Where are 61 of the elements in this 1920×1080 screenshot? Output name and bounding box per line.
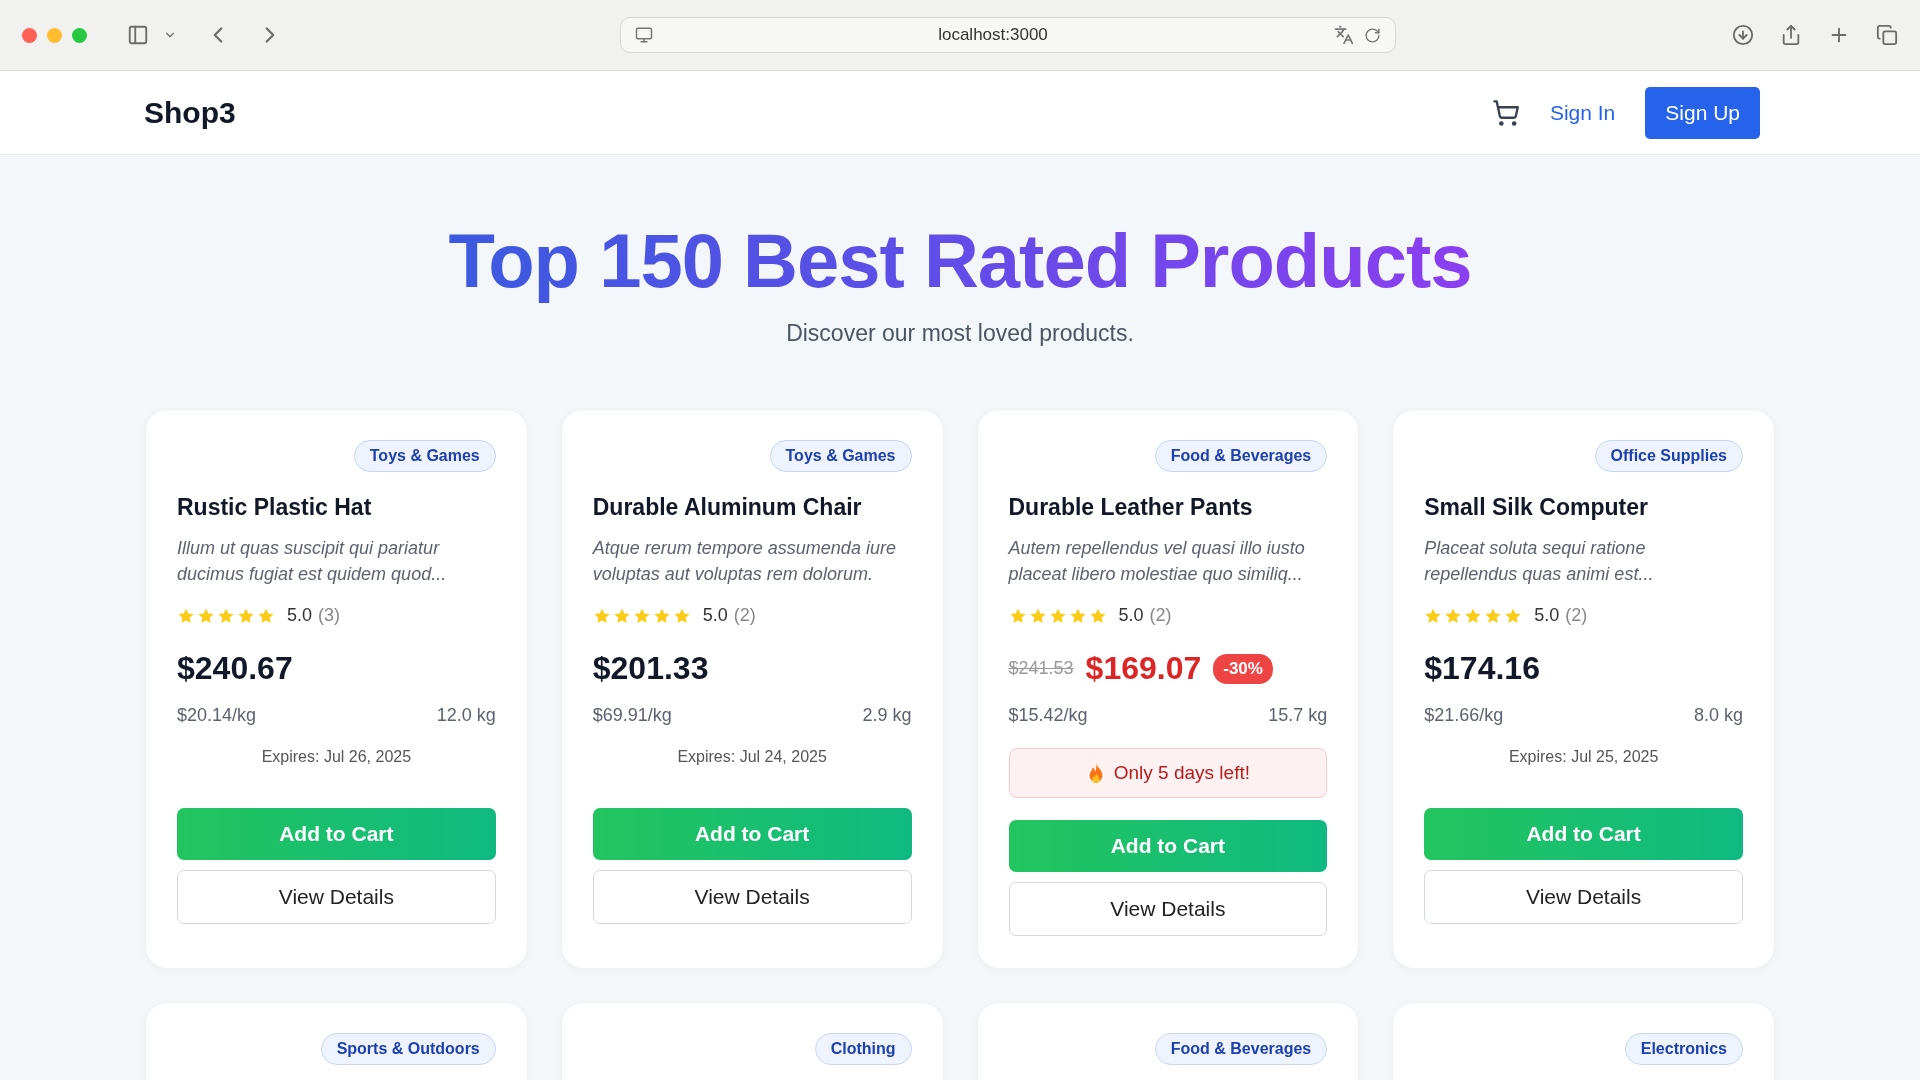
category-tag: Food & Beverages bbox=[1154, 1033, 1328, 1066]
sidebar-icon[interactable] bbox=[127, 24, 149, 46]
translate-icon[interactable] bbox=[1333, 25, 1354, 45]
review-count: (2) bbox=[1149, 605, 1172, 627]
view-details-button[interactable]: View Details bbox=[1008, 882, 1328, 937]
category-tag: Office Supplies bbox=[1594, 440, 1743, 473]
category-tag: Clothing bbox=[814, 1033, 912, 1066]
weight: 8.0 kg bbox=[1693, 705, 1743, 727]
weight: 2.9 kg bbox=[862, 705, 912, 727]
discount-badge: -30% bbox=[1213, 653, 1273, 684]
review-count: (2) bbox=[1565, 605, 1588, 627]
share-icon[interactable] bbox=[1780, 24, 1802, 46]
address-bar[interactable]: localhost:3000 bbox=[619, 17, 1396, 53]
page-subtitle: Discover our most loved products. bbox=[786, 320, 1134, 348]
product-name: Small Silk Computer bbox=[1424, 494, 1649, 522]
product-description: Atque rerum tempore assumenda iure voluptas aut voluptas rem dolorum. bbox=[592, 537, 897, 587]
view-details-button[interactable]: View Details bbox=[592, 870, 912, 925]
category-tag: Sports & Outdoors bbox=[320, 1033, 496, 1066]
price: $201.33 bbox=[592, 650, 709, 688]
expiry-date: Expires: Jul 26, 2025 bbox=[260, 748, 413, 768]
urgency-text: Only 5 days left! bbox=[1113, 762, 1250, 785]
product-name: Durable Leather Pants bbox=[1008, 494, 1254, 522]
product-description: Illum ut quas suscipit qui pariatur ducimus fugiat est quidem quod... bbox=[177, 537, 448, 587]
expiry-date: Expires: Jul 24, 2025 bbox=[676, 748, 828, 768]
review-count: (2) bbox=[733, 605, 756, 627]
logo[interactable]: Shop3 bbox=[144, 95, 236, 130]
category-tag: Electronics bbox=[1624, 1033, 1743, 1066]
unit-price: $15.42/kg bbox=[1008, 705, 1088, 727]
unit-price: $69.91/kg bbox=[592, 705, 672, 727]
reload-icon[interactable] bbox=[1363, 26, 1381, 44]
view-details-button[interactable]: View Details bbox=[177, 870, 496, 925]
address-text: localhost:3000 bbox=[937, 25, 1049, 45]
product-name: Rustic Plastic Hat bbox=[177, 494, 373, 522]
weight: 12.0 kg bbox=[436, 705, 496, 727]
view-details-button[interactable]: View Details bbox=[1424, 870, 1743, 925]
download-icon[interactable] bbox=[1732, 24, 1754, 46]
close-window-icon[interactable] bbox=[22, 27, 37, 43]
review-count: (3) bbox=[318, 605, 341, 627]
unit-price: $21.66/kg bbox=[1424, 705, 1504, 727]
unit-price: $20.14/kg bbox=[177, 705, 257, 727]
price: $174.16 bbox=[1424, 650, 1540, 688]
weight: 15.7 kg bbox=[1268, 705, 1328, 727]
sign-up-button[interactable]: Sign Up bbox=[1645, 86, 1760, 139]
product-name: Durable Aluminum Chair bbox=[592, 494, 863, 522]
tabs-overview-icon[interactable] bbox=[1876, 24, 1898, 46]
sign-in-link[interactable]: Sign In bbox=[1549, 100, 1616, 125]
category-tag: Toys & Games bbox=[769, 440, 912, 473]
original-price: $241.53 bbox=[1008, 658, 1074, 680]
page-icon bbox=[634, 26, 653, 44]
price: $169.07 bbox=[1085, 650, 1202, 688]
price: $240.67 bbox=[177, 650, 293, 688]
cart-icon[interactable] bbox=[1491, 98, 1520, 127]
rating-value: 5.0 bbox=[1534, 605, 1560, 627]
product-description: Placeat soluta sequi ratione repellendus quas animi est... bbox=[1424, 537, 1655, 587]
rating-value: 5.0 bbox=[1118, 605, 1144, 627]
product-description: Autem repellendus vel quasi illo iusto placeat libero molestiae quo similiq... bbox=[1008, 537, 1306, 587]
category-tag: Food & Beverages bbox=[1154, 440, 1328, 473]
expiry-date: Expires: Jul 25, 2025 bbox=[1507, 748, 1660, 768]
rating-value: 5.0 bbox=[702, 605, 728, 627]
rating-value: 5.0 bbox=[287, 605, 313, 627]
category-tag: Toys & Games bbox=[353, 440, 496, 473]
